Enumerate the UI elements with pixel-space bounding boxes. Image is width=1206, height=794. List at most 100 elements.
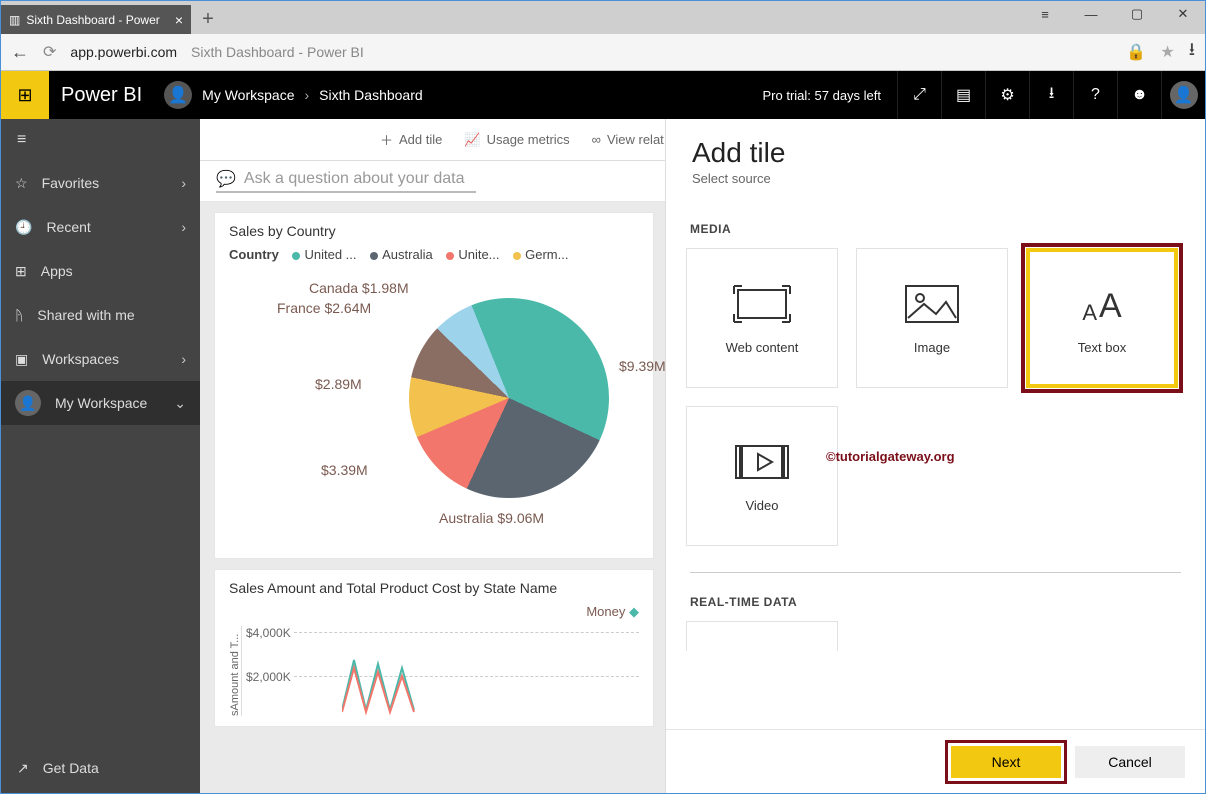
legend-label: Germ... [525,247,568,262]
tile-option-realtime-placeholder[interactable] [686,621,838,651]
sidebar-toggle-icon[interactable]: ≡ [1,119,200,161]
text-box-icon: AA [1072,282,1132,326]
get-data-icon: ↗ [17,760,29,777]
sidebar-item-label: My Workspace [55,395,147,411]
cancel-button[interactable]: Cancel [1075,746,1185,778]
url-host: app.powerbi.com [70,44,177,60]
workspaces-icon: ▣ [15,351,28,368]
pie-chart: Canada $1.98M France $2.64M $9.39M $2.89… [229,268,639,548]
chevron-right-icon: › [181,219,186,235]
app-launcher-icon[interactable]: ⊞ [1,71,49,119]
sidebar-item-recent[interactable]: 🕘 Recent › [1,205,200,249]
pie-label-france: France $2.64M [277,300,371,316]
tile-sales-by-state[interactable]: Sales Amount and Total Product Cost by S… [214,569,654,727]
feedback-smiley-icon[interactable]: ☻ [1117,71,1161,119]
plus-icon: ＋ [380,130,393,149]
panel-title: Add tile [692,137,1179,169]
related-icon: ∞ [592,132,601,147]
comments-icon[interactable]: ▤ [941,71,985,119]
sidebar-item-favorites[interactable]: ☆ Favorites › [1,161,200,205]
usage-metrics-button[interactable]: 📈 Usage metrics [464,132,569,148]
browser-menu-icon[interactable]: ≡ [1022,0,1068,28]
panel-footer: Next Cancel [666,729,1205,793]
download-icon[interactable]: ⭳ [1189,37,1195,67]
tile-title: Sales by Country [229,223,639,239]
get-data-label: Get Data [43,760,99,776]
sidebar-item-label: Favorites [42,175,100,191]
sidebar-item-apps[interactable]: ⊞ Apps [1,249,200,293]
view-related-button[interactable]: ∞ View relat [592,132,664,147]
back-button[interactable]: ← [11,42,29,63]
minimize-button[interactable]: — [1068,0,1114,28]
browser-tab[interactable]: ▥ Sixth Dashboard - Power × [1,5,191,34]
button-label: Cancel [1108,754,1152,770]
refresh-button[interactable]: ⟳ [43,42,56,62]
breadcrumb-workspace[interactable]: My Workspace [202,87,294,103]
add-tile-button[interactable]: ＋ Add tile [380,130,442,149]
legend-dot [513,252,521,260]
powerbi-topbar: ⊞ Power BI 👤 My Workspace › Sixth Dashbo… [1,71,1205,119]
fullscreen-icon[interactable]: ⤢ [897,71,941,119]
pie-graphic [409,298,609,498]
tool-label: Usage metrics [487,132,570,147]
video-icon [732,440,792,484]
tool-label: View relat [607,132,664,147]
chart-icon: ▥ [9,13,20,27]
tile-option-web-content[interactable]: Web content [686,248,838,388]
url-field[interactable]: app.powerbi.com Sixth Dashboard - Power … [70,44,1112,60]
section-media-label: MEDIA [690,222,1185,236]
sidebar-item-label: Workspaces [42,351,119,367]
tile-option-video[interactable]: Video [686,406,838,546]
sidebar-item-my-workspace[interactable]: 👤 My Workspace ⌄ [1,381,200,425]
legend-dot [292,252,300,260]
chart-icon: 📈 [464,132,480,148]
address-bar: ← ⟳ app.powerbi.com Sixth Dashboard - Po… [1,34,1205,71]
chevron-down-icon: ⌄ [174,395,186,412]
breadcrumb-dashboard[interactable]: Sixth Dashboard [319,87,423,103]
image-icon [902,282,962,326]
qna-input[interactable]: 💬 Ask a question about your data [216,169,476,193]
maximize-button[interactable]: ▢ [1114,0,1160,28]
get-data-button[interactable]: ↗ Get Data [1,743,200,793]
close-window-button[interactable]: ✕ [1160,0,1206,28]
tile-title: Sales Amount and Total Product Cost by S… [229,580,639,596]
diamond-icon: ◆ [629,604,639,619]
download-top-icon[interactable]: ⭳ [1029,71,1073,119]
chevron-right-icon: › [304,87,309,103]
tile-option-label: Web content [726,340,799,355]
star-icon: ☆ [15,175,28,192]
button-label: Next [992,754,1021,770]
tab-title: Sixth Dashboard - Power [26,13,159,27]
url-title: Sixth Dashboard - Power BI [191,44,364,60]
gridline [294,632,639,633]
workspace-avatar-icon: 👤 [164,81,192,109]
next-button[interactable]: Next [951,746,1061,778]
lock-icon: 🔒 [1126,42,1146,62]
user-avatar-icon[interactable]: 👤 [1161,71,1205,119]
tile-option-text-box[interactable]: AA Text box [1026,248,1178,388]
chevron-right-icon: › [181,175,186,191]
sidebar-item-shared[interactable]: ᚤ Shared with me [1,293,200,337]
web-content-icon [732,282,792,326]
pie-label-289: $2.89M [315,376,362,392]
legend-label: United ... [304,247,356,262]
favorite-icon[interactable]: ★ [1160,42,1174,62]
tool-label: Add tile [399,132,442,147]
window-controls: ≡ — ▢ ✕ [1022,0,1206,28]
add-tile-panel: Add tile Select source MEDIA Web content… [665,119,1205,793]
pie-label-339: $3.39M [321,462,368,478]
legend-dot [446,252,454,260]
settings-gear-icon[interactable]: ⚙ [985,71,1029,119]
tile-option-image[interactable]: Image [856,248,1008,388]
chat-icon: 💬 [216,169,236,189]
legend-label: Australia [382,247,433,262]
trial-status: Pro trial: 57 days left [747,88,898,103]
sidebar-item-label: Apps [41,263,73,279]
new-tab-button[interactable]: + [191,5,225,34]
tile-sales-by-country[interactable]: Sales by Country Country United ... Aust… [214,212,654,559]
close-tab-icon[interactable]: × [175,12,183,28]
pie-label-canada: Canada $1.98M [309,280,409,296]
legend-dot [370,252,378,260]
help-icon[interactable]: ? [1073,71,1117,119]
sidebar-item-workspaces[interactable]: ▣ Workspaces › [1,337,200,381]
